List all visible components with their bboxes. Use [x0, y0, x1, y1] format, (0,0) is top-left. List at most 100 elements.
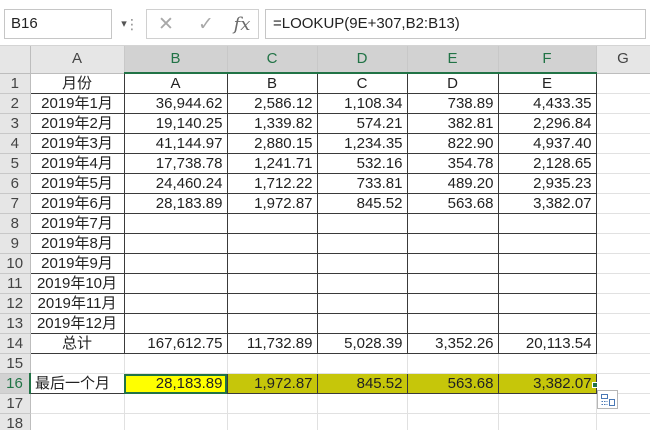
cell-c2[interactable]: 2,586.12 — [226, 93, 318, 114]
cell-d14[interactable]: 5,028.39 — [316, 333, 408, 354]
cell-g7[interactable] — [596, 193, 650, 214]
cell-f10[interactable] — [497, 253, 597, 274]
cell-g18[interactable] — [596, 413, 650, 430]
row-header[interactable]: 5 — [0, 153, 31, 174]
row-header[interactable]: 17 — [0, 393, 31, 414]
cell-a5[interactable]: 2019年4月 — [29, 153, 125, 174]
cell-a12[interactable]: 2019年11月 — [29, 293, 125, 314]
cell-f7[interactable]: 3,382.07 — [497, 193, 597, 214]
row-header[interactable]: 9 — [0, 233, 31, 254]
cell-g8[interactable] — [596, 213, 650, 234]
cell-c12[interactable] — [226, 293, 318, 314]
cell-a2[interactable]: 2019年1月 — [29, 93, 125, 114]
cell-c13[interactable] — [226, 313, 318, 334]
cell-d1[interactable]: C — [316, 72, 408, 94]
row-header[interactable]: 18 — [0, 413, 31, 430]
cell-f14[interactable]: 20,113.54 — [497, 333, 597, 354]
cell-b18[interactable] — [124, 413, 228, 430]
cell-d5[interactable]: 532.16 — [316, 153, 408, 174]
cell-c1[interactable]: B — [226, 72, 318, 94]
cell-e15[interactable] — [407, 353, 499, 374]
cell-b5[interactable]: 17,738.78 — [123, 153, 228, 174]
cell-f4[interactable]: 4,937.40 — [497, 133, 597, 154]
cancel-icon[interactable]: ✕ — [155, 14, 177, 36]
cell-d11[interactable] — [316, 273, 408, 294]
row-header[interactable]: 8 — [0, 213, 31, 234]
cell-b8[interactable] — [123, 213, 228, 234]
row-header[interactable]: 11 — [0, 273, 31, 294]
cell-c16[interactable]: 1,972.87 — [226, 373, 318, 394]
cell-c8[interactable] — [226, 213, 318, 234]
cell-e1[interactable]: D — [406, 72, 499, 94]
row-header[interactable]: 16 — [0, 373, 31, 394]
cell-b14[interactable]: 167,612.75 — [123, 333, 228, 354]
cell-e9[interactable] — [406, 233, 499, 254]
cell-d13[interactable] — [316, 313, 408, 334]
row-header[interactable]: 4 — [0, 133, 31, 154]
cell-b16[interactable]: 28,183.89 — [123, 373, 228, 394]
cell-b1[interactable]: A — [123, 72, 228, 94]
cell-c9[interactable] — [226, 233, 318, 254]
cell-c11[interactable] — [226, 273, 318, 294]
cell-g1[interactable] — [596, 73, 650, 94]
cell-b6[interactable]: 24,460.24 — [123, 173, 228, 194]
cell-a15[interactable] — [30, 353, 125, 374]
cell-d2[interactable]: 1,108.34 — [316, 93, 408, 114]
cell-b10[interactable] — [123, 253, 228, 274]
cell-e17[interactable] — [407, 393, 499, 414]
formula-input[interactable]: =LOOKUP(9E+307,B2:B13) — [265, 9, 646, 39]
cell-f15[interactable] — [498, 353, 597, 374]
cell-d12[interactable] — [316, 293, 408, 314]
more-options-icon[interactable]: ⋮ — [125, 13, 139, 35]
column-header-a[interactable]: A — [30, 46, 125, 74]
column-header-e[interactable]: E — [407, 46, 499, 74]
cell-a16[interactable]: 最后一个月 — [29, 373, 125, 394]
cell-g6[interactable] — [596, 173, 650, 194]
cell-f13[interactable] — [497, 313, 597, 334]
cell-d15[interactable] — [317, 353, 408, 374]
cell-b2[interactable]: 36,944.62 — [123, 93, 228, 114]
cell-e6[interactable]: 489.20 — [406, 173, 499, 194]
cell-a3[interactable]: 2019年2月 — [29, 113, 125, 134]
cell-c18[interactable] — [227, 413, 318, 430]
cell-b15[interactable] — [124, 353, 228, 374]
row-header[interactable]: 3 — [0, 113, 31, 134]
cell-a11[interactable]: 2019年10月 — [29, 273, 125, 294]
cell-d4[interactable]: 1,234.35 — [316, 133, 408, 154]
cell-c15[interactable] — [227, 353, 318, 374]
cell-e14[interactable]: 3,352.26 — [406, 333, 499, 354]
row-header[interactable]: 2 — [0, 93, 31, 114]
column-header-f[interactable]: F — [498, 46, 597, 74]
column-header-d[interactable]: D — [317, 46, 408, 74]
cell-e4[interactable]: 822.90 — [406, 133, 499, 154]
cell-a7[interactable]: 2019年6月 — [29, 193, 125, 214]
row-header[interactable]: 6 — [0, 173, 31, 194]
cell-e2[interactable]: 738.89 — [406, 93, 499, 114]
cell-g15[interactable] — [596, 353, 650, 374]
cell-e10[interactable] — [406, 253, 499, 274]
column-header-b[interactable]: B — [124, 46, 228, 74]
cell-g3[interactable] — [596, 113, 650, 134]
cell-g2[interactable] — [596, 93, 650, 114]
cell-f6[interactable]: 2,935.23 — [497, 173, 597, 194]
cell-g13[interactable] — [596, 313, 650, 334]
cell-f5[interactable]: 2,128.65 — [497, 153, 597, 174]
cell-g4[interactable] — [596, 133, 650, 154]
cell-g5[interactable] — [596, 153, 650, 174]
cell-d18[interactable] — [317, 413, 408, 430]
name-box[interactable]: B16 — [4, 9, 112, 39]
cell-a1[interactable]: 月份 — [29, 72, 125, 94]
quick-analysis-icon[interactable] — [597, 390, 618, 409]
cell-d16[interactable]: 845.52 — [316, 373, 408, 394]
cell-d8[interactable] — [316, 213, 408, 234]
cell-e16[interactable]: 563.68 — [406, 373, 499, 394]
cell-e13[interactable] — [406, 313, 499, 334]
cell-f9[interactable] — [497, 233, 597, 254]
cell-b11[interactable] — [123, 273, 228, 294]
row-header[interactable]: 7 — [0, 193, 31, 214]
cell-a10[interactable]: 2019年9月 — [29, 253, 125, 274]
cell-e3[interactable]: 382.81 — [406, 113, 499, 134]
cell-c14[interactable]: 11,732.89 — [226, 333, 318, 354]
cell-a17[interactable] — [30, 393, 125, 414]
cell-g9[interactable] — [596, 233, 650, 254]
